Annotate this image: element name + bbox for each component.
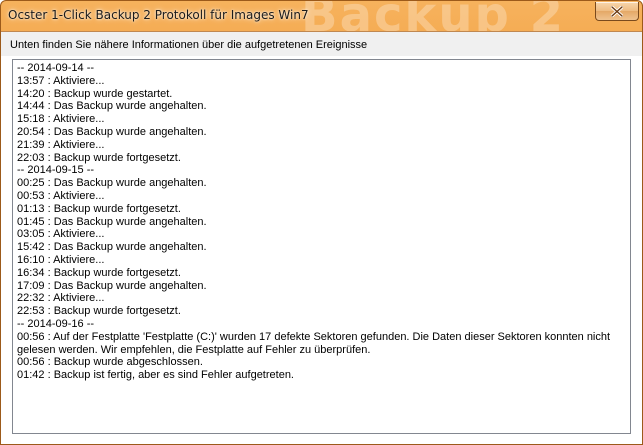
log-line: 00:56 : Auf der Festplatte 'Festplatte (… [17,330,614,356]
log-line: 00:25 : Das Backup wurde angehalten. [17,177,207,190]
log-line: 00:56 : Backup wurde abgeschlossen. [17,356,203,369]
log-line: -- 2014-09-14 -- [17,62,95,74]
log-list: -- 2014-09-14 -- 13:57 : Aktiviere... 14… [13,60,630,382]
info-header: Unten finden Sie nähere Informationen üb… [1,32,642,56]
log-line: -- 2014-09-16 -- [17,317,95,330]
log-line: 20:54 : Das Backup wurde angehalten. [17,125,207,138]
log-line: 00:53 : Aktiviere... [17,189,105,202]
log-line: 15:42 : Das Backup wurde angehalten. [17,241,207,254]
log-line: 14:20 : Backup wurde gestartet. [17,87,173,100]
title-bar[interactable]: Backup 2 Ocster 1-Click Backup 2 Protoko… [1,1,642,43]
log-line: 22:53 : Backup wurde fortgesetzt. [17,305,181,318]
log-window: Backup 2 Ocster 1-Click Backup 2 Protoko… [0,0,643,445]
log-line: 03:05 : Aktiviere... [17,228,105,241]
close-button[interactable] [595,2,639,21]
log-line: 22:32 : Aktiviere... [17,292,105,305]
log-line: 15:18 : Aktiviere... [17,113,105,126]
close-icon [611,5,623,17]
log-line: 01:13 : Backup wurde fortgesetzt. [17,202,181,215]
window-client-area: Unten finden Sie nähere Informationen üb… [1,31,642,444]
log-line: 14:44 : Das Backup wurde angehalten. [17,100,207,113]
log-line: 13:57 : Aktiviere... [17,74,105,87]
log-textbox[interactable]: -- 2014-09-14 -- 13:57 : Aktiviere... 14… [12,59,631,434]
log-line: -- 2014-09-15 -- [17,164,95,177]
log-line: 17:09 : Das Backup wurde angehalten. [17,279,207,292]
log-line: 16:10 : Aktiviere... [17,253,105,266]
log-line: 16:34 : Backup wurde fortgesetzt. [17,266,181,279]
log-line: 21:39 : Aktiviere... [17,138,105,151]
window-title: Ocster 1-Click Backup 2 Protokoll für Im… [8,8,309,22]
log-line: 01:42 : Backup ist fertig, aber es sind … [17,369,294,382]
log-line: 22:03 : Backup wurde fortgesetzt. [17,151,181,164]
log-line: 01:45 : Das Backup wurde angehalten. [17,215,207,228]
info-label: Unten finden Sie nähere Informationen üb… [10,39,368,51]
